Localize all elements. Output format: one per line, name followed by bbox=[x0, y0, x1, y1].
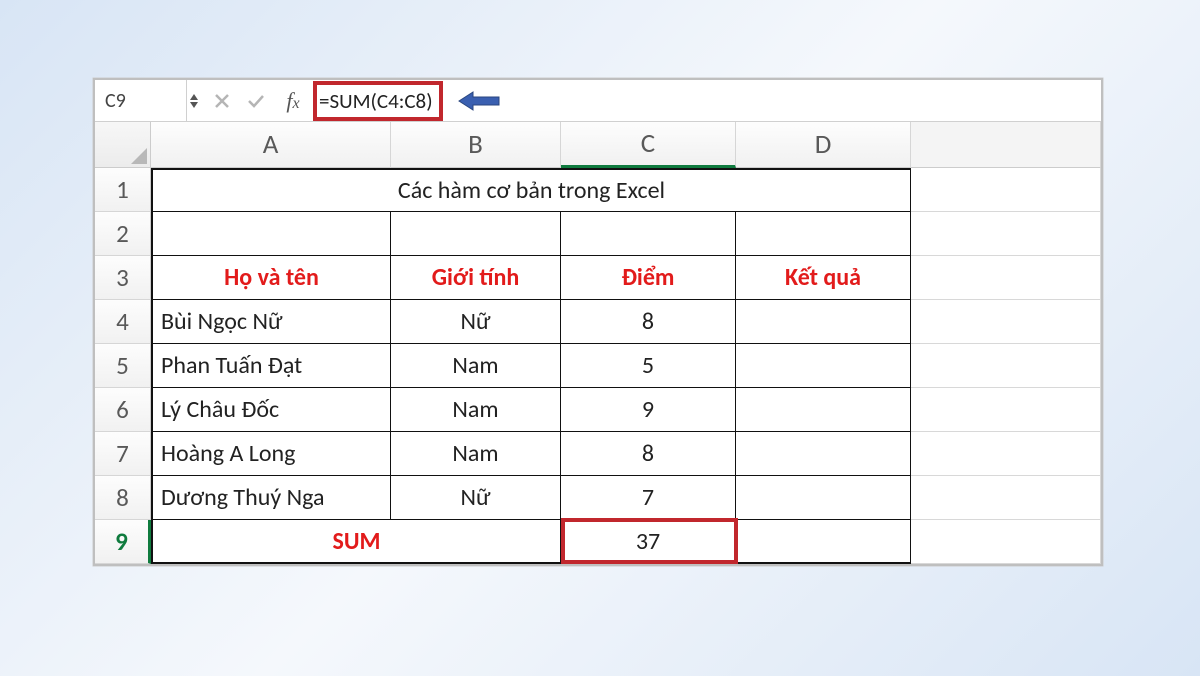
cell-A6[interactable]: Lý Châu Đốc bbox=[151, 388, 391, 432]
row-header-4[interactable]: 4 bbox=[95, 300, 151, 344]
cell-A2[interactable] bbox=[151, 212, 391, 256]
cell-D5[interactable] bbox=[736, 344, 911, 388]
insert-function-button[interactable]: fx bbox=[273, 88, 313, 114]
cell-A4[interactable]: Bùi Ngọc Nữ bbox=[151, 300, 391, 344]
cell-C9-value: 37 bbox=[636, 527, 660, 556]
row-header-1[interactable]: 1 bbox=[95, 168, 151, 212]
row-header-6[interactable]: 6 bbox=[95, 388, 151, 432]
cell-extra[interactable] bbox=[911, 256, 1101, 300]
cell-extra[interactable] bbox=[911, 344, 1101, 388]
cell-B6[interactable]: Nam bbox=[391, 388, 561, 432]
cell-D2[interactable] bbox=[736, 212, 911, 256]
formula-input[interactable]: =SUM(C4:C8) bbox=[313, 81, 443, 121]
cell-C5[interactable]: 5 bbox=[561, 344, 736, 388]
cell-B4[interactable]: Nữ bbox=[391, 300, 561, 344]
formula-bar: C9 fx =SUM(C4:C8) bbox=[95, 80, 1101, 122]
col-header-B[interactable]: B bbox=[391, 122, 561, 168]
col-header-D[interactable]: D bbox=[736, 122, 911, 168]
cell-sum-label[interactable]: SUM bbox=[151, 520, 561, 564]
cell-B8[interactable]: Nữ bbox=[391, 476, 561, 520]
cell-header-gender[interactable]: Giới tính bbox=[391, 256, 561, 300]
row-header-2[interactable]: 2 bbox=[95, 212, 151, 256]
cell-header-result[interactable]: Kết quả bbox=[736, 256, 911, 300]
spreadsheet-grid: A B C D 1 Các hàm cơ bản trong Excel 2 3… bbox=[95, 122, 1101, 564]
cell-extra[interactable] bbox=[911, 212, 1101, 256]
cell-A8[interactable]: Dương Thuý Nga bbox=[151, 476, 391, 520]
col-header-A[interactable]: A bbox=[151, 122, 391, 168]
row-header-9[interactable]: 9 bbox=[95, 520, 151, 564]
name-box[interactable]: C9 bbox=[95, 80, 187, 121]
cell-extra[interactable] bbox=[911, 432, 1101, 476]
cell-header-name[interactable]: Họ và tên bbox=[151, 256, 391, 300]
cell-B5[interactable]: Nam bbox=[391, 344, 561, 388]
col-header-extra[interactable] bbox=[911, 122, 1101, 168]
cell-title[interactable]: Các hàm cơ bản trong Excel bbox=[151, 168, 911, 212]
cell-C9[interactable]: 37 bbox=[561, 520, 736, 564]
cell-C7[interactable]: 8 bbox=[561, 432, 736, 476]
row-header-7[interactable]: 7 bbox=[95, 432, 151, 476]
cell-A7[interactable]: Hoàng A Long bbox=[151, 432, 391, 476]
cell-extra[interactable] bbox=[911, 388, 1101, 432]
select-all-corner[interactable] bbox=[95, 122, 151, 168]
cell-B7[interactable]: Nam bbox=[391, 432, 561, 476]
cell-C6[interactable]: 9 bbox=[561, 388, 736, 432]
cell-A5[interactable]: Phan Tuấn Đạt bbox=[151, 344, 391, 388]
col-header-C[interactable]: C bbox=[561, 122, 736, 168]
annotation-arrow-icon bbox=[457, 89, 501, 113]
cell-extra[interactable] bbox=[911, 476, 1101, 520]
cell-D4[interactable] bbox=[736, 300, 911, 344]
cell-extra[interactable] bbox=[911, 520, 1101, 564]
cell-C4[interactable]: 8 bbox=[561, 300, 736, 344]
cell-D9[interactable] bbox=[736, 520, 911, 564]
name-box-stepper[interactable] bbox=[187, 93, 201, 109]
cell-D6[interactable] bbox=[736, 388, 911, 432]
cell-C8[interactable]: 7 bbox=[561, 476, 736, 520]
row-header-5[interactable]: 5 bbox=[95, 344, 151, 388]
cell-C2[interactable] bbox=[561, 212, 736, 256]
cell-header-score[interactable]: Điểm bbox=[561, 256, 736, 300]
cell-extra[interactable] bbox=[911, 168, 1101, 212]
cell-B2[interactable] bbox=[391, 212, 561, 256]
row-header-3[interactable]: 3 bbox=[95, 256, 151, 300]
cell-extra[interactable] bbox=[911, 300, 1101, 344]
row-header-8[interactable]: 8 bbox=[95, 476, 151, 520]
cell-D7[interactable] bbox=[736, 432, 911, 476]
accept-formula-button[interactable] bbox=[239, 93, 273, 109]
cell-D8[interactable] bbox=[736, 476, 911, 520]
cancel-formula-button[interactable] bbox=[205, 93, 239, 109]
excel-panel: C9 fx =SUM(C4:C8) A B C D 1 Các hàm cơ b… bbox=[93, 78, 1103, 566]
